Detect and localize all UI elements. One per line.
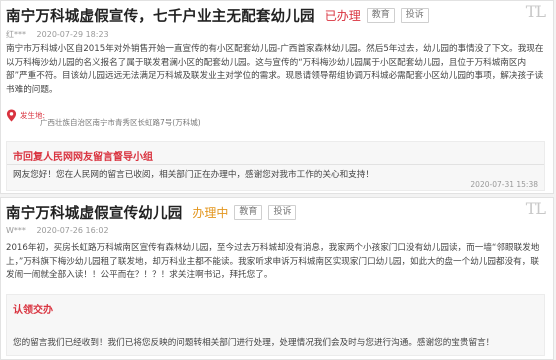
tl-watermark-icon: TL [525, 2, 546, 21]
tag-education[interactable]: 教育 [234, 204, 263, 220]
message-meta: 红*** 2020-07-29 18:23 [6, 29, 109, 40]
reply-department: 市回复人民网网友留言督导小组 [13, 152, 153, 163]
message-body: 南宁市万科城小区自2015年对外销售开始一直宣传的有小区配套幼儿园-广西首家森林… [6, 44, 544, 95]
message-title-row: 南宁万科城虚假宣传幼儿园 办理中 教育 投诉 [6, 202, 297, 223]
reply-box: 市回复人民网网友留言督导小组 网友您好！您在人民网的留言已收阅，相关部门正在办理… [6, 141, 545, 191]
reply-text: 您的留言我们已经收到！我们已将您反映的问题转相关部门进行处理，处理情况我们会及时… [13, 338, 495, 348]
tag-complaint[interactable]: 投诉 [400, 7, 429, 23]
reply-box: 认领交办 您的留言我们已经收到！我们已将您反映的问题转相关部门进行处理，处理情况… [6, 294, 545, 356]
status-badge: 已办理 [324, 8, 361, 23]
location-pin-icon [6, 109, 17, 122]
author: 红*** [6, 30, 26, 39]
reply-timestamp: 2020-07-31 15:38 [470, 180, 538, 189]
status-badge: 办理中 [192, 205, 229, 220]
message-title-row: 南宁万科城虚假宣传，七千户业主无配套幼儿园 已办理 教育 投诉 [6, 5, 429, 25]
message-title[interactable]: 南宁万科城虚假宣传幼儿园 [6, 202, 182, 223]
tl-watermark-icon: TL [525, 199, 546, 218]
message-card: 南宁万科城虚假宣传，七千户业主无配套幼儿园 已办理 教育 投诉 TL 红*** … [0, 0, 554, 194]
message-card: 南宁万科城虚假宣传幼儿园 办理中 教育 投诉 TL W*** 2020-07-2… [0, 197, 554, 360]
tag-education[interactable]: 教育 [366, 7, 395, 23]
timestamp: 2020-07-29 18:23 [36, 30, 109, 39]
reply-text: 网友您好！您在人民网的留言已收阅，相关部门正在办理中，感谢您对我市工作的关心和支… [13, 170, 374, 180]
reply-divider [7, 164, 544, 165]
author: W*** [6, 226, 26, 235]
message-title[interactable]: 南宁万科城虚假宣传，七千户业主无配套幼儿园 [6, 5, 315, 26]
message-meta: W*** 2020-07-26 16:02 [6, 226, 109, 235]
tag-complaint[interactable]: 投诉 [268, 204, 297, 220]
timestamp: 2020-07-26 16:02 [36, 226, 109, 235]
location-address: 广西壮族自治区南宁市青秀区长虹路7号(万科城) [40, 118, 201, 127]
message-body: 2016年初，买房长虹路万科城南区宣传有森林幼儿园，至今过去万科城却没有消息，我… [6, 243, 540, 280]
reply-department: 认领交办 [13, 305, 53, 316]
